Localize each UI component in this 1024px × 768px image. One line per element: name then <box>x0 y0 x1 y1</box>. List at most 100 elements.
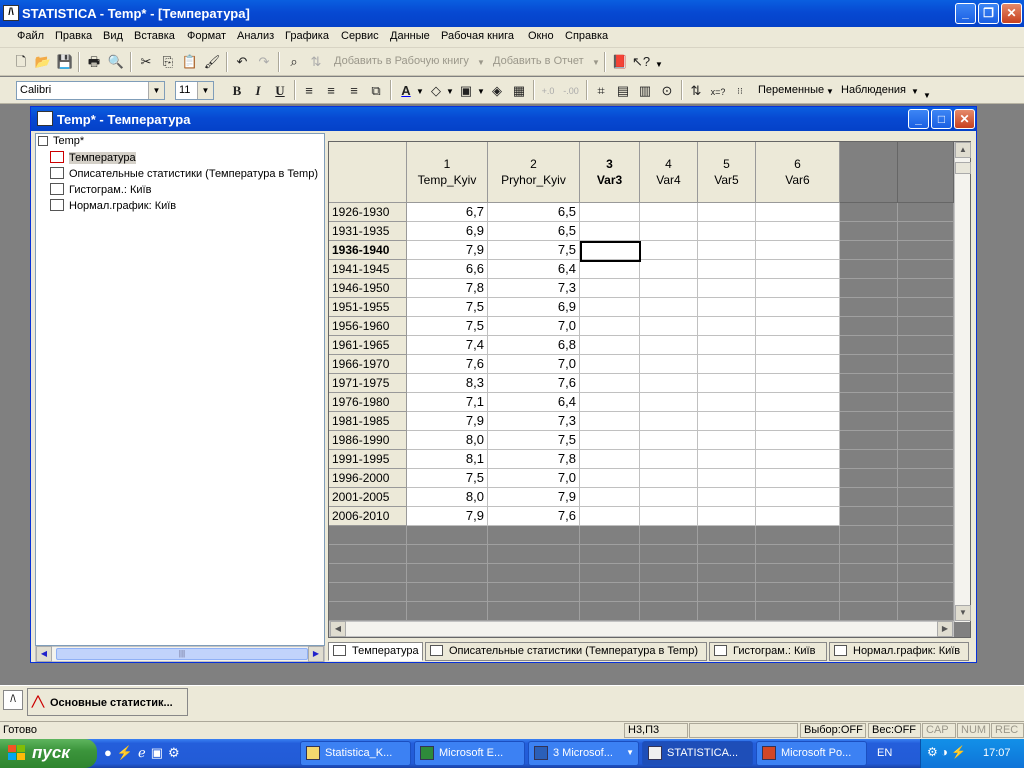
copy-icon[interactable]: ⎘ <box>159 53 177 71</box>
start-button[interactable]: пуск <box>0 739 97 768</box>
table-cell[interactable] <box>580 450 640 469</box>
table-cell[interactable] <box>580 393 640 412</box>
chevron-down-icon[interactable]: ▼ <box>416 87 424 96</box>
table-cell[interactable]: 7,8 <box>407 279 488 298</box>
table-cell[interactable] <box>698 374 756 393</box>
add-to-workbook-button[interactable]: Добавить в Рабочую книгу <box>334 55 469 67</box>
table-cell[interactable] <box>640 450 698 469</box>
table-cell[interactable]: 7,0 <box>488 469 580 488</box>
table-cell[interactable] <box>698 317 756 336</box>
table-cell[interactable] <box>640 241 698 260</box>
table-cell[interactable]: 8,0 <box>407 431 488 450</box>
table-cell[interactable] <box>698 507 756 526</box>
align-center-icon[interactable]: ≡ <box>322 82 340 100</box>
whats-this-help-icon[interactable]: ↖? <box>632 53 650 71</box>
table-cell[interactable] <box>698 488 756 507</box>
table-cell[interactable] <box>640 488 698 507</box>
weight-status[interactable]: Вес:OFF <box>868 723 921 738</box>
menu-tools[interactable]: Сервис <box>341 30 379 42</box>
column-header[interactable]: 3 Var3 <box>580 142 640 203</box>
chevron-down-icon[interactable]: ▼ <box>592 58 600 67</box>
table-cell[interactable] <box>640 355 698 374</box>
restore-icon[interactable]: ❐ <box>978 3 999 24</box>
table-cell[interactable] <box>756 507 840 526</box>
table-cell[interactable] <box>756 298 840 317</box>
row-header[interactable]: 1956-1960 <box>329 317 407 336</box>
tree-horizontal-scrollbar[interactable]: ◀ ||| ▶ <box>35 646 325 662</box>
table-cell[interactable]: 7,8 <box>488 450 580 469</box>
taskbar-item-statistica[interactable]: STATISTICA... <box>642 741 753 766</box>
chevron-down-icon[interactable]: ▼ <box>826 87 834 96</box>
scroll-thumb[interactable]: ||| <box>56 648 308 660</box>
table-cell[interactable]: 6,4 <box>488 260 580 279</box>
table-cell[interactable] <box>580 355 640 374</box>
row-header[interactable]: 1926-1930 <box>329 203 407 222</box>
table-cell[interactable] <box>580 412 640 431</box>
format-painter-icon[interactable]: 🖌 <box>203 53 221 71</box>
table-cell[interactable] <box>698 298 756 317</box>
font-name-combo[interactable]: Calibri ▼ <box>16 81 165 100</box>
increase-decimal-icon[interactable]: +.0 <box>539 82 557 100</box>
row-header[interactable]: 1936-1940 <box>329 241 407 260</box>
undo-icon[interactable]: ↶ <box>233 53 251 71</box>
table-cell[interactable]: 7,0 <box>488 355 580 374</box>
table-cell[interactable] <box>640 222 698 241</box>
align-left-icon[interactable]: ≡ <box>300 82 318 100</box>
row-header[interactable]: 1941-1945 <box>329 260 407 279</box>
table-cell[interactable] <box>756 355 840 374</box>
menu-data[interactable]: Данные <box>390 30 430 42</box>
table-cell[interactable] <box>698 469 756 488</box>
table-cell[interactable] <box>698 431 756 450</box>
row-header[interactable]: 1951-1955 <box>329 298 407 317</box>
table-cell[interactable] <box>698 393 756 412</box>
taskbar-item-excel[interactable]: Microsoft E... <box>414 741 525 766</box>
table-cell[interactable] <box>756 241 840 260</box>
language-indicator[interactable]: EN <box>877 747 892 759</box>
table-cell[interactable]: 8,3 <box>407 374 488 393</box>
menu-edit[interactable]: Правка <box>55 30 92 42</box>
table-cell[interactable] <box>640 298 698 317</box>
scroll-right-icon[interactable]: ▶ <box>308 646 324 662</box>
workbook-icon[interactable] <box>37 111 53 126</box>
table-cell[interactable]: 7,3 <box>488 412 580 431</box>
row-header[interactable]: 1991-1995 <box>329 450 407 469</box>
row-header[interactable]: 1931-1935 <box>329 222 407 241</box>
goto-icon[interactable]: ⇅ <box>307 53 325 71</box>
chevron-down-icon[interactable]: ▼ <box>477 58 485 67</box>
table-cell[interactable]: 7,9 <box>407 241 488 260</box>
italic-button[interactable]: I <box>249 82 267 100</box>
variables-specs-icon[interactable]: ▤ <box>614 82 632 100</box>
format-cells-icon[interactable]: ⧉ <box>367 82 385 100</box>
table-cell[interactable]: 7,6 <box>407 355 488 374</box>
variables-menu-button[interactable]: Переменные <box>758 84 824 96</box>
minimized-basic-stats-window[interactable]: ╱╲ Основные статистик... <box>27 688 188 716</box>
menu-graphics[interactable]: Графика <box>285 30 329 42</box>
table-cell[interactable] <box>756 317 840 336</box>
active-cell-cursor[interactable] <box>580 241 641 262</box>
table-cell[interactable] <box>640 260 698 279</box>
table-cell[interactable]: 7,9 <box>407 412 488 431</box>
table-cell[interactable] <box>580 488 640 507</box>
table-cell[interactable]: 7,9 <box>407 507 488 526</box>
row-header[interactable]: 1971-1975 <box>329 374 407 393</box>
taskbar-item-powerpoint[interactable]: Microsoft Po... <box>756 741 867 766</box>
scroll-left-icon[interactable]: ◀ <box>36 646 52 662</box>
paste-icon[interactable]: 📋 <box>181 53 199 71</box>
statistica-app-icon[interactable]: /\ <box>3 5 19 21</box>
table-cell[interactable] <box>640 431 698 450</box>
minimize-icon[interactable]: _ <box>908 109 929 129</box>
table-cell[interactable] <box>756 374 840 393</box>
row-header[interactable]: 1981-1985 <box>329 412 407 431</box>
table-cell[interactable] <box>580 374 640 393</box>
taskbar-item-folder[interactable]: Statistica_K... <box>300 741 411 766</box>
table-cell[interactable] <box>698 412 756 431</box>
weight-icon[interactable]: ⊙ <box>658 82 676 100</box>
table-cell[interactable] <box>580 431 640 450</box>
table-cell[interactable]: 7,1 <box>407 393 488 412</box>
table-cell[interactable] <box>640 507 698 526</box>
table-cell[interactable]: 7,4 <box>407 336 488 355</box>
table-cell[interactable]: 6,8 <box>488 336 580 355</box>
grid-horizontal-scrollbar[interactable]: ◀ ▶ <box>329 621 954 637</box>
menu-window[interactable]: Окно <box>528 30 554 42</box>
fill-color-icon[interactable]: ◇ <box>427 82 445 100</box>
